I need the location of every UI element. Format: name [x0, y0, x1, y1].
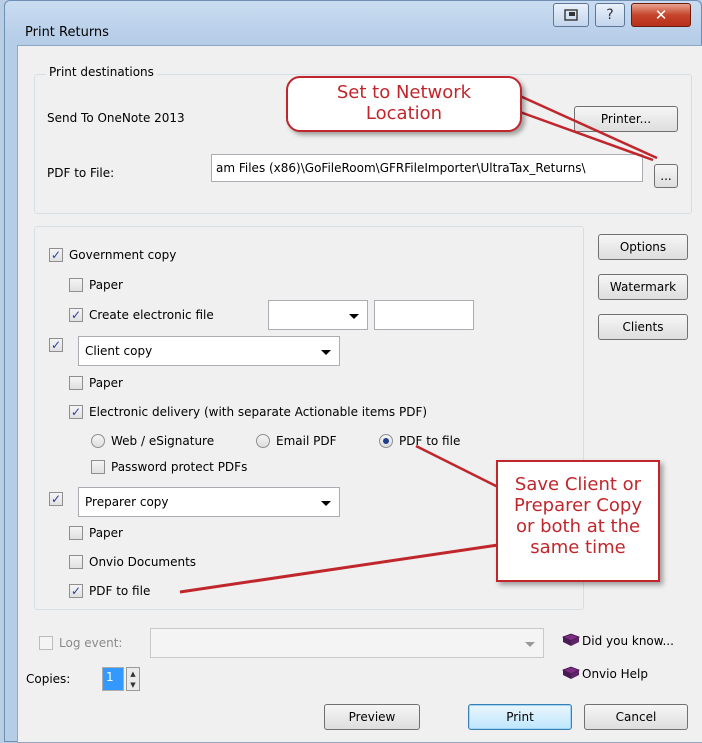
save-copies-callout: Save Client or Preparer Copy or both at …: [496, 460, 660, 582]
network-arrow-line-2: [519, 94, 658, 160]
network-callout-line-1: Set to Network: [336, 82, 472, 103]
network-callout-line-2: Location: [365, 103, 443, 124]
preparer-pdf-arrow: [179, 543, 499, 594]
network-arrow-line-1: [519, 110, 654, 162]
network-location-callout: Set to Network Location: [286, 76, 522, 132]
client-pdf-arrow: [415, 444, 499, 489]
